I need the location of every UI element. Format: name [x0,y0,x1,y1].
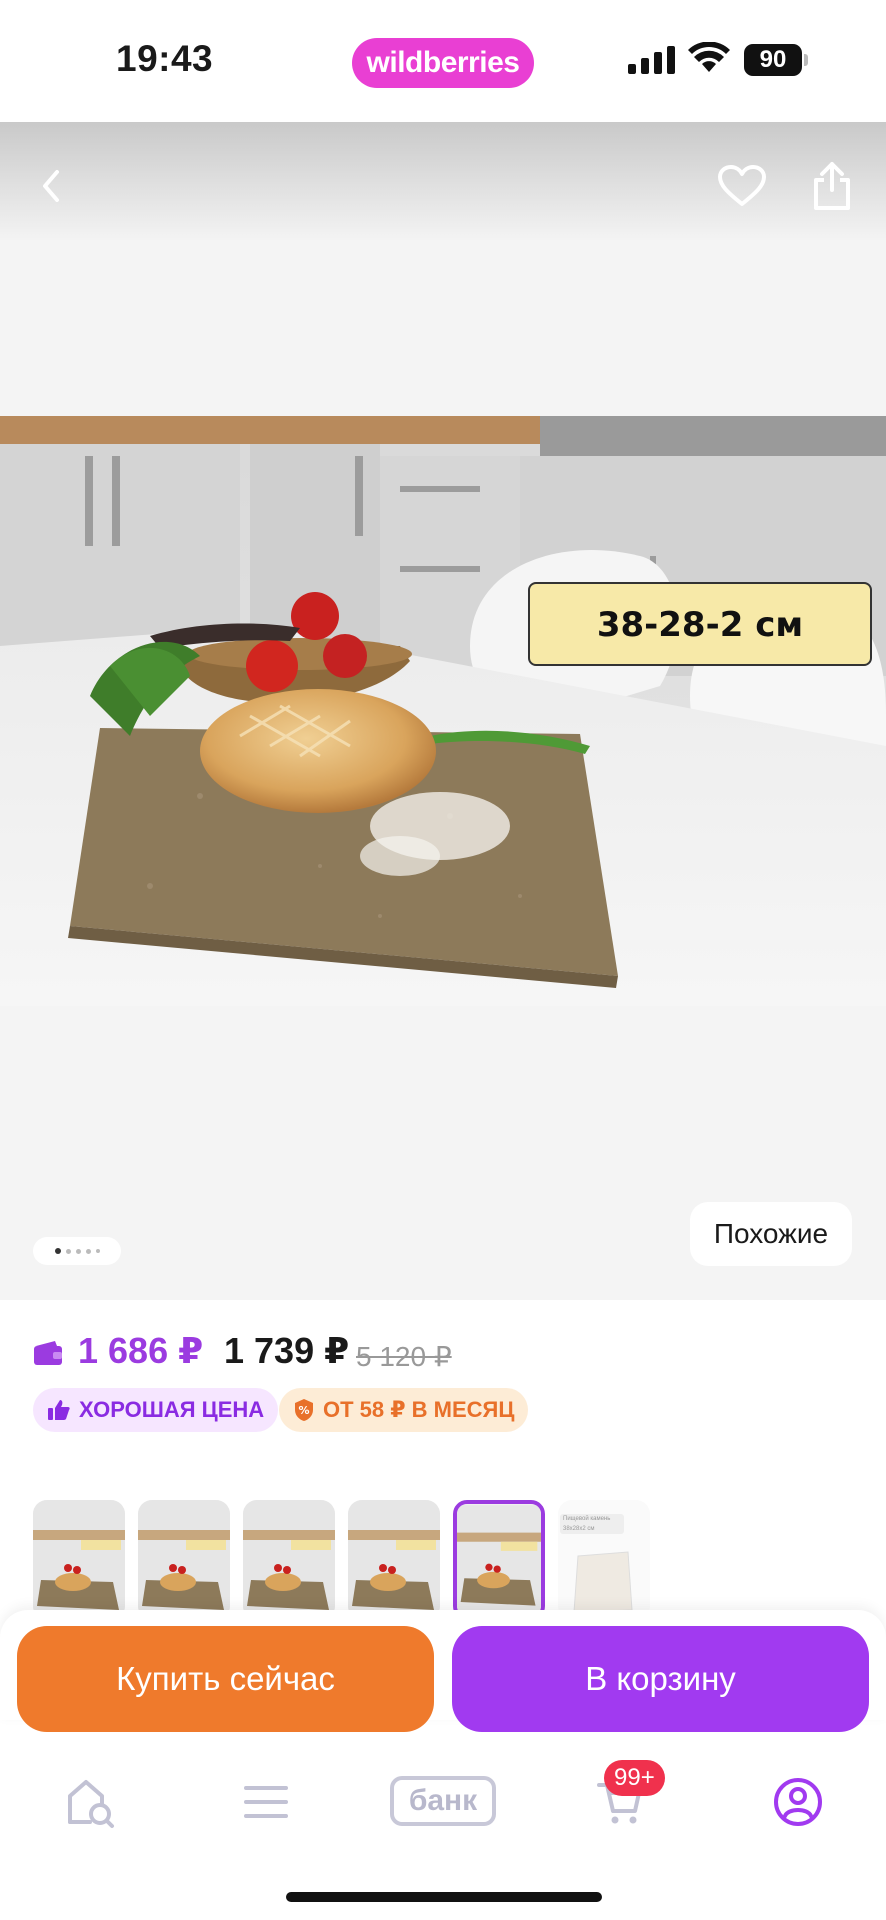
brand-pill: wildberries [352,38,534,88]
tab-bank[interactable]: банк [390,1776,496,1826]
product-gallery[interactable]: 38-28-2 см Похожие [0,122,886,1302]
size-label: 38-28-2 см [528,582,872,666]
home-indicator [286,1892,602,1902]
gallery-page-indicator [33,1237,121,1265]
installment-badge[interactable]: % ОТ 58 ₽ В МЕСЯЦ [279,1388,529,1432]
back-button[interactable] [22,156,82,216]
thumbnail-image [348,1500,440,1616]
thumbnail[interactable] [348,1500,440,1616]
home-search-icon [68,1780,114,1828]
thumbnail-image [33,1500,125,1616]
good-price-label: ХОРОШАЯ ЦЕНА [79,1397,265,1422]
page-dot [65,1248,71,1254]
wallet-icon [34,1341,62,1365]
heart-icon [718,165,766,206]
battery-icon: 90 [744,44,808,76]
product-image [0,416,886,1006]
current-price: 1 739 ₽ [224,1330,350,1371]
tab-catalog[interactable] [234,1770,298,1834]
share-icon [814,162,850,210]
thumbnail-selected[interactable] [453,1500,545,1616]
old-price: 5 120 ₽ [356,1341,452,1372]
share-button[interactable] [802,156,862,216]
product-photo[interactable] [0,416,886,1006]
thumbnail-image [457,1505,541,1615]
wifi-icon [688,42,730,72]
good-price-badge[interactable]: ХОРОШАЯ ЦЕНА [33,1388,279,1432]
action-bar: Купить сейчас В корзину [0,1610,886,1732]
buy-now-button[interactable]: Купить сейчас [17,1626,434,1732]
price-card: 1 686 ₽ 1 739 ₽ 5 120 ₽ ХОРОШАЯ ЦЕНА % О… [0,1300,886,1458]
thumbnail[interactable] [33,1500,125,1616]
thumbnail[interactable]: Пищевой камень 38х28х2 см [558,1500,650,1616]
page-dot [95,1249,100,1253]
tab-profile[interactable] [766,1770,830,1834]
menu-icon [244,1786,288,1818]
cart-count-badge: 99+ [604,1760,665,1796]
installment-label: ОТ 58 ₽ В МЕСЯЦ [323,1397,515,1422]
profile-icon [774,1778,822,1826]
thumbnail-strip[interactable]: Пищевой камень 38х28х2 см [0,1466,886,1616]
installment-icon: % [295,1399,313,1421]
thumbnail[interactable] [138,1500,230,1616]
chevron-left-icon [43,170,59,202]
thumbnail-image [138,1500,230,1616]
svg-text:%: % [298,1404,309,1417]
tab-bar: банк 99+ [0,1740,886,1920]
page-dot [85,1248,91,1254]
thumbnail[interactable] [243,1500,335,1616]
add-to-cart-button[interactable]: В корзину [452,1626,869,1732]
tab-home[interactable] [58,1770,122,1834]
thumbnail-image [243,1500,335,1616]
similar-button[interactable]: Похожие [690,1202,852,1266]
battery-tip [804,54,808,66]
page-dot [54,1248,61,1254]
thumbs-up-icon [48,1400,70,1420]
wallet-price: 1 686 ₽ [78,1330,204,1371]
battery-level: 90 [744,44,802,76]
thumbnail-image [573,1551,633,1613]
favorite-button[interactable] [712,156,772,216]
status-bar: 19:43 wildberries 90 [0,0,886,122]
status-time: 19:43 [116,38,214,79]
cellular-signal-icon [628,46,675,74]
page-dot [75,1248,81,1254]
